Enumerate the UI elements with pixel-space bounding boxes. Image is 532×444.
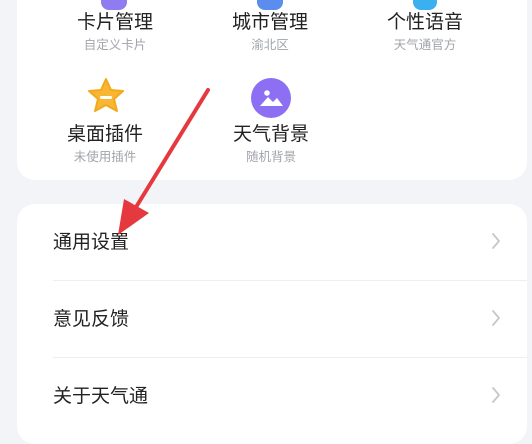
- settings-row-about[interactable]: 关于天气通: [17, 358, 527, 434]
- settings-row-label: 通用设置: [53, 231, 130, 253]
- grid-item-title: 城市管理: [231, 11, 308, 33]
- voice-icon: [413, 0, 437, 10]
- feature-grid-card: 卡片管理 自定义卡片 城市管理 渝北区 个性语音 天气通官方 桌面插件 未使用插…: [17, 0, 527, 180]
- grid-item-title: 个性语音: [386, 11, 463, 33]
- grid-item-subtitle: 随机背景: [245, 149, 296, 164]
- settings-row-label: 关于天气通: [53, 385, 149, 407]
- landscape-image-icon[interactable]: [251, 78, 291, 118]
- settings-list-card: 通用设置 意见反馈 关于天气通: [17, 204, 527, 444]
- chevron-right-icon: [492, 387, 500, 403]
- grid-item-card-manage[interactable]: 卡片管理 自定义卡片: [35, 10, 195, 54]
- grid-item-title: 卡片管理: [76, 11, 153, 33]
- settings-row-general[interactable]: 通用设置: [17, 204, 527, 280]
- grid-item-subtitle: 未使用插件: [73, 149, 137, 164]
- grid-item-widget[interactable]: 桌面插件 未使用插件: [25, 122, 185, 166]
- grid-item-subtitle: 自定义卡片: [83, 37, 147, 52]
- grid-item-background[interactable]: 天气背景 随机背景: [191, 122, 351, 166]
- grid-item-subtitle: 天气通官方: [393, 37, 457, 52]
- grid-item-voice[interactable]: 个性语音 天气通官方: [345, 10, 505, 54]
- chevron-right-icon: [492, 310, 500, 326]
- grid-item-title: 天气背景: [232, 123, 309, 145]
- grid-item-city-manage[interactable]: 城市管理 渝北区: [190, 10, 350, 54]
- settings-row-feedback[interactable]: 意见反馈: [17, 281, 527, 357]
- grid-item-subtitle: 渝北区: [251, 37, 289, 52]
- city-manage-icon: [257, 0, 283, 10]
- grid-item-title: 桌面插件: [66, 123, 143, 145]
- star-widget-icon[interactable]: [86, 76, 126, 116]
- card-manage-icon: [101, 0, 127, 10]
- chevron-right-icon: [492, 233, 500, 249]
- settings-row-label: 意见反馈: [53, 308, 130, 330]
